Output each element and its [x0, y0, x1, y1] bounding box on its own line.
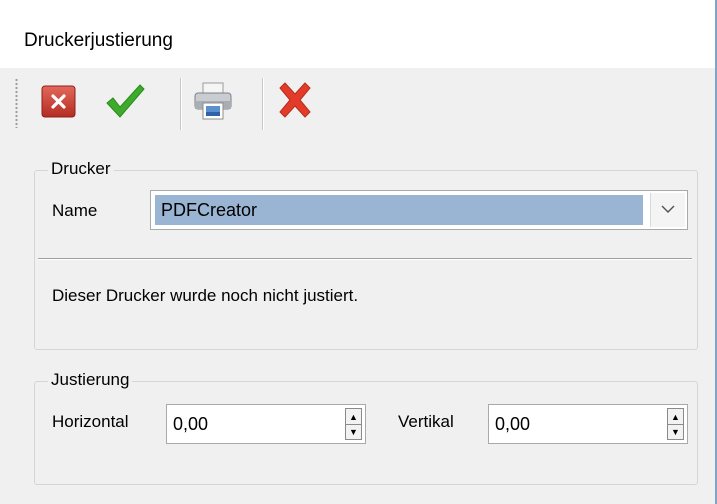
spin-up-icon[interactable]: ▲: [346, 409, 361, 425]
horizontal-label: Horizontal: [52, 412, 129, 431]
vertical-spinbox[interactable]: 0,00 ▲ ▼: [488, 404, 688, 444]
spin-up-icon[interactable]: ▲: [668, 409, 683, 425]
printer-status-text: Dieser Drucker wurde noch nicht justiert…: [52, 286, 359, 305]
horizontal-spin-buttons[interactable]: ▲ ▼: [345, 408, 362, 440]
dropdown-button[interactable]: [650, 193, 685, 227]
close-button[interactable]: [36, 80, 82, 126]
spin-down-icon[interactable]: ▼: [346, 424, 361, 439]
checkmark-icon: [103, 79, 147, 128]
horizontal-spinbox[interactable]: 0,00 ▲ ▼: [166, 404, 366, 444]
cancel-x-icon: [273, 79, 317, 128]
confirm-button[interactable]: [102, 80, 148, 126]
vertical-spin-buttons[interactable]: ▲ ▼: [667, 408, 684, 440]
divider: [38, 258, 692, 259]
close-window-icon: [40, 82, 78, 125]
toolbar-separator: [262, 78, 263, 130]
window-title: Druckerjustierung: [24, 30, 173, 51]
toolbar-separator: [180, 78, 181, 130]
print-button[interactable]: [190, 80, 236, 126]
printer-adjust-window: Druckerjustierung Drucker Name PDFCreato…: [0, 0, 717, 504]
chevron-down-icon: [661, 201, 675, 219]
printer-name-combobox[interactable]: PDFCreator: [150, 190, 688, 230]
toolbar-grip[interactable]: [15, 78, 18, 128]
horizontal-value[interactable]: 0,00: [173, 405, 208, 443]
cancel-button[interactable]: [272, 80, 318, 126]
printer-group-legend: Drucker: [48, 159, 114, 179]
vertical-label: Vertikal: [398, 412, 454, 431]
vertical-value[interactable]: 0,00: [495, 405, 530, 443]
printer-icon: [191, 79, 235, 128]
printer-name-value[interactable]: PDFCreator: [155, 195, 643, 225]
printer-name-label: Name: [52, 201, 98, 220]
spin-down-icon[interactable]: ▼: [668, 424, 683, 439]
adjust-group-legend: Justierung: [48, 370, 133, 390]
